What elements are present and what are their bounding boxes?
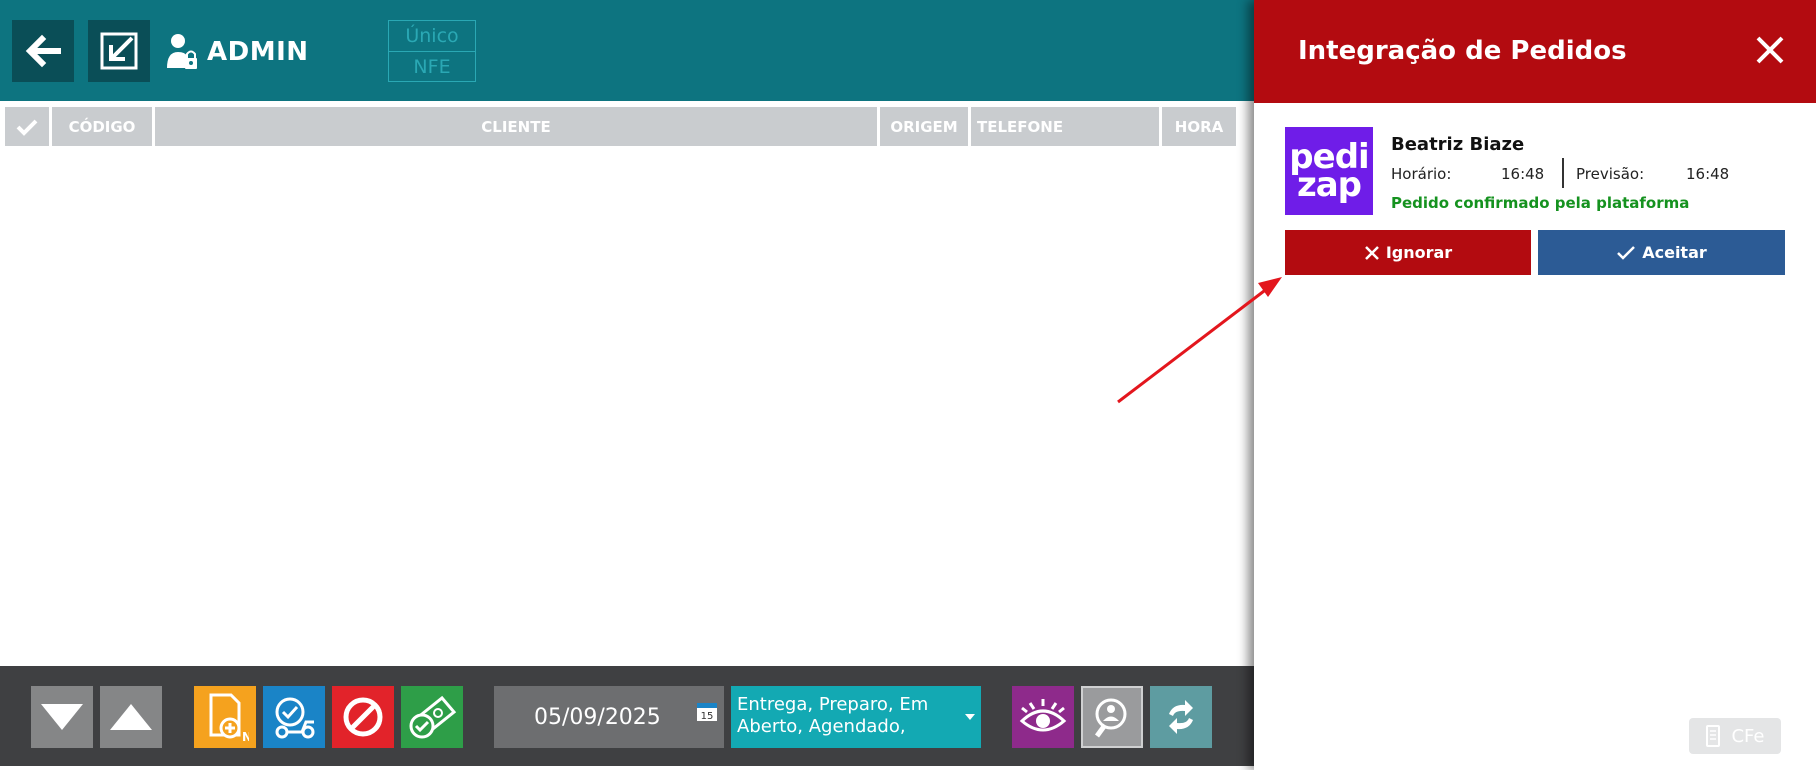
search-user-icon	[1094, 698, 1127, 738]
accept-label: Aceitar	[1642, 243, 1707, 262]
check-icon	[16, 119, 38, 136]
ignore-label: Ignorar	[1385, 243, 1453, 262]
order-integration-panel: Integração de Pedidos pedi zap Beatriz B…	[1254, 0, 1816, 770]
column-hora[interactable]: HORA	[1162, 107, 1236, 146]
view-button[interactable]	[1012, 686, 1074, 748]
cfe-label: CFe	[1731, 725, 1765, 747]
scroll-down-button[interactable]	[31, 686, 93, 748]
table-header: CÓDIGO CLIENTE ORIGEM TELEFONE HORA	[5, 107, 1239, 146]
delivery-icon	[275, 697, 315, 739]
status-filter-value: Entrega, Preparo, Em Aberto, Agendado,	[737, 694, 929, 737]
check-icon	[1617, 245, 1636, 260]
payment-button[interactable]	[401, 686, 463, 748]
previsao-label: Previsão:	[1576, 165, 1645, 183]
mode-selector[interactable]: Único NFE	[388, 20, 476, 82]
customer-name: Beatriz Biaze	[1391, 134, 1525, 155]
delivery-button[interactable]	[263, 686, 325, 748]
panel-header: Integração de Pedidos	[1254, 0, 1816, 103]
calendar-icon[interactable]: 15	[696, 700, 718, 722]
close-icon[interactable]	[1754, 34, 1786, 66]
order-status: Pedido confirmado pela plataforma	[1391, 194, 1690, 212]
top-bar: ADMIN Único NFE	[0, 0, 1254, 101]
horario-value: 16:48	[1501, 165, 1545, 183]
user-name: ADMIN	[207, 37, 309, 67]
search-customer-button[interactable]	[1081, 686, 1143, 748]
cfe-printer-icon	[1706, 725, 1721, 747]
accept-button[interactable]: Aceitar	[1538, 230, 1785, 275]
select-all-checkbox[interactable]	[5, 107, 49, 146]
ignore-button[interactable]: Ignorar	[1285, 230, 1531, 275]
mode-nfe[interactable]: NFE	[389, 51, 475, 81]
cancel-order-button[interactable]	[332, 686, 394, 748]
orders-app: ADMIN Único NFE CÓDIGO CLIENTE ORIGEM TE…	[0, 0, 1254, 770]
previsao-value: 16:48	[1686, 165, 1730, 183]
back-arrow-icon	[25, 34, 61, 68]
cfe-button[interactable]: CFe	[1689, 718, 1781, 754]
back-button[interactable]	[12, 20, 74, 82]
calendar-day: 15	[701, 711, 714, 722]
logo-line-2: zap	[1296, 165, 1362, 205]
column-telefone[interactable]: TELEFONE	[971, 107, 1159, 146]
user-info: ADMIN	[165, 32, 309, 72]
panel-title: Integração de Pedidos	[1298, 36, 1627, 66]
column-cliente[interactable]: CLIENTE	[155, 107, 877, 146]
horario-label: Horário:	[1391, 165, 1452, 183]
chevron-down-icon	[965, 714, 975, 720]
eye-icon	[1019, 699, 1067, 732]
cancel-icon	[343, 697, 383, 737]
user-lock-icon	[167, 34, 197, 69]
column-codigo[interactable]: CÓDIGO	[52, 107, 152, 146]
close-icon	[1364, 245, 1379, 260]
up-triangle-icon	[110, 704, 152, 730]
column-origem[interactable]: ORIGEM	[880, 107, 968, 146]
down-triangle-icon	[41, 704, 83, 730]
status-filter-select[interactable]: Entrega, Preparo, Em Aberto, Agendado,	[731, 686, 981, 748]
new-order-button[interactable]: N	[194, 686, 256, 748]
refresh-icon	[1169, 700, 1193, 734]
screen: ADMIN Único NFE CÓDIGO CLIENTE ORIGEM TE…	[0, 0, 1816, 770]
info-separator	[1562, 158, 1564, 188]
refresh-button[interactable]	[1150, 686, 1212, 748]
scroll-up-button[interactable]	[100, 686, 162, 748]
pedizap-logo: pedi zap	[1285, 127, 1373, 215]
edit-icon	[100, 32, 138, 70]
date-picker[interactable]: 05/09/2025 15	[494, 686, 724, 748]
edit-button[interactable]	[88, 20, 150, 82]
new-order-icon: N	[209, 693, 249, 743]
svg-text:N: N	[242, 730, 249, 743]
date-value: 05/09/2025	[534, 704, 661, 730]
payment-icon	[409, 695, 457, 739]
mode-unico[interactable]: Único	[389, 21, 475, 51]
